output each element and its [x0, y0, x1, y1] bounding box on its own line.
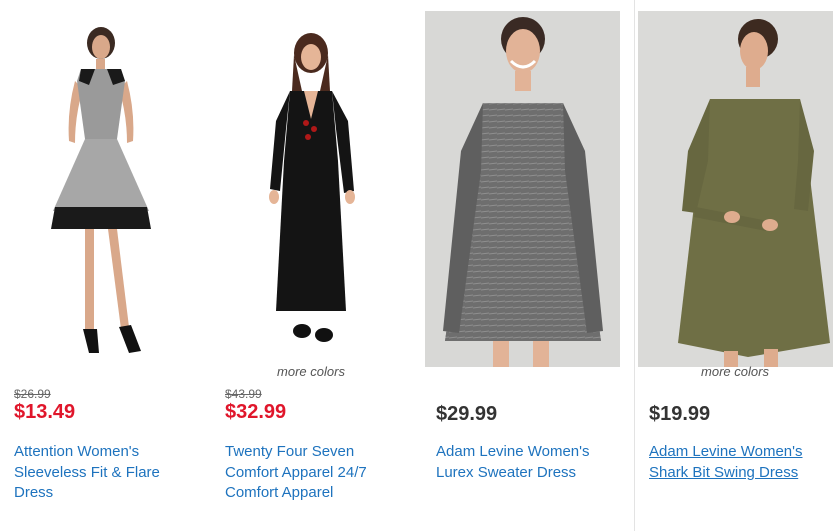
product-card: $26.99 $13.49 Attention Women's Sleevele…	[0, 0, 211, 531]
product-image[interactable]	[638, 11, 833, 367]
product-image[interactable]	[214, 11, 409, 367]
product-card: $29.99 Adam Levine Women's Lurex Sweater…	[422, 0, 633, 531]
original-price: $43.99	[225, 387, 262, 401]
dress-photo-icon	[443, 17, 603, 367]
product-card: more colors $43.99 $32.99 Twenty Four Se…	[211, 0, 422, 531]
dress-photo-icon	[51, 27, 151, 353]
product-image[interactable]	[3, 11, 198, 367]
product-title-link[interactable]: Adam Levine Women's Shark Bit Swing Dres…	[649, 442, 829, 483]
dress-photo-icon	[678, 19, 830, 367]
dress-photo-icon	[269, 33, 355, 342]
more-colors-label[interactable]: more colors	[635, 364, 835, 379]
sale-price: $32.99	[225, 401, 287, 423]
price: $19.99	[649, 403, 711, 425]
product-grid: $26.99 $13.49 Attention Women's Sleevele…	[0, 0, 840, 531]
price: $29.99	[436, 403, 498, 425]
product-card: more colors $19.99 Adam Levine Women's S…	[634, 0, 840, 531]
product-title-link[interactable]: Adam Levine Women's Lurex Sweater Dress	[436, 442, 616, 483]
more-colors-label[interactable]: more colors	[211, 364, 411, 379]
product-image[interactable]	[425, 11, 620, 367]
sale-price: $13.49	[14, 401, 76, 423]
product-title-link[interactable]: Attention Women's Sleeveless Fit & Flare…	[14, 442, 194, 504]
product-title-link[interactable]: Twenty Four Seven Comfort Apparel 24/7 C…	[225, 442, 405, 504]
original-price: $26.99	[14, 387, 51, 401]
